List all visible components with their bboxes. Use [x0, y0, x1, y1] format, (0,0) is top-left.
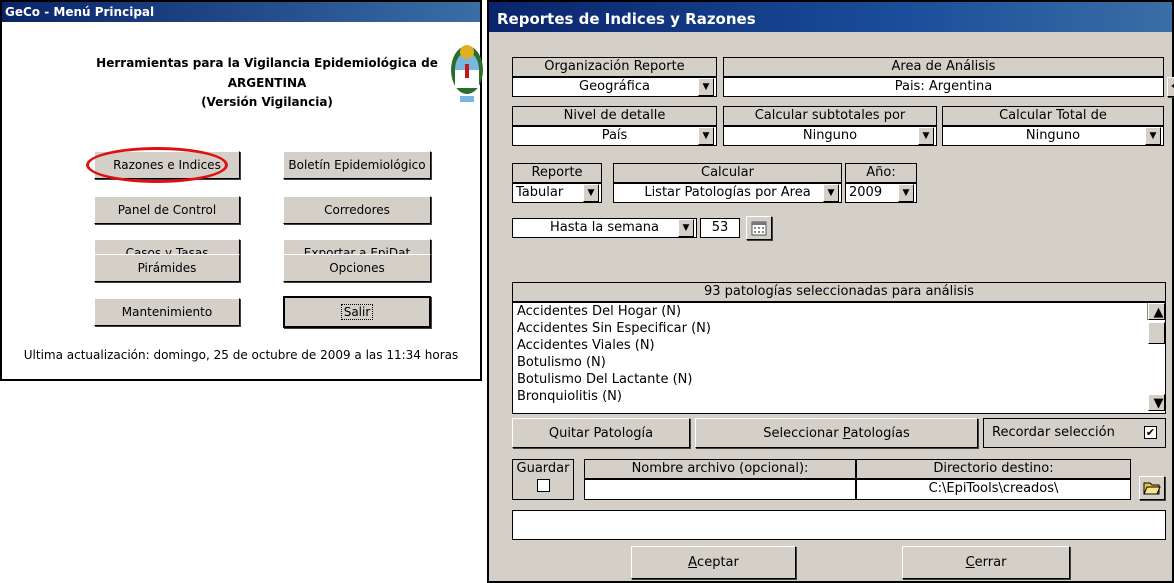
scroll-down-icon[interactable]: ▼ [1148, 394, 1165, 411]
scroll-up-icon[interactable]: ▲ [1148, 303, 1165, 320]
subtotales-label: Calcular subtotales por [723, 106, 937, 126]
reportes-window: Reportes de Indices y Razones Organizaci… [487, 0, 1174, 583]
nivel-dropdown-arrow-icon[interactable]: ▼ [698, 127, 714, 145]
list-scrollbar[interactable]: ▲ ▼ [1147, 303, 1165, 411]
calcular-select[interactable]: Listar Patologías por Area [613, 183, 842, 203]
opciones-button[interactable]: Opciones [283, 254, 431, 282]
heading-line3: (Versión Vigilancia) [201, 95, 333, 109]
anio-value: 2009 [849, 185, 883, 200]
anio-label: Año: [845, 163, 917, 183]
seleccionar-patologias-button[interactable]: Seleccionar Patologías [695, 418, 978, 448]
subtotales-dropdown-arrow-icon[interactable]: ▼ [918, 127, 934, 145]
nivel-select[interactable]: País [512, 126, 717, 146]
directorio-label: Directorio destino: [856, 459, 1131, 479]
patologias-header: 93 patologías seleccionadas para análisi… [512, 282, 1166, 302]
folder-open-icon[interactable] [1139, 476, 1165, 500]
aceptar-label: ceptar [697, 555, 739, 570]
reporte-label: Reporte [512, 163, 602, 183]
main-menu-window: GeCo - Menú Principal Herramientas para … [0, 0, 483, 381]
recordar-checkbox[interactable]: ✔ [1144, 426, 1157, 439]
reporte-dropdown-arrow-icon[interactable]: ▼ [583, 184, 599, 202]
subtotales-value: Ninguno [802, 128, 858, 143]
status-field [512, 510, 1166, 540]
subtotales-select[interactable]: Ninguno [723, 126, 937, 146]
organizacion-dropdown-arrow-icon[interactable]: ▼ [698, 78, 714, 96]
calendar-icon[interactable] [746, 216, 772, 240]
folder-glyph-icon [1143, 482, 1161, 495]
area-label: Area de Análisis [723, 57, 1164, 77]
boletin-button[interactable]: Boletín Epidemiológico [283, 151, 431, 179]
list-item[interactable]: Accidentes Sin Especificar (N) [513, 320, 1165, 337]
total-select[interactable]: Ninguno [942, 126, 1164, 146]
list-item[interactable]: Botulismo Del Lactante (N) [513, 371, 1165, 388]
quitar-patologia-button[interactable]: Quitar Patología [512, 418, 690, 448]
heading-line2: ARGENTINA [227, 76, 307, 90]
heading-line1: Herramientas para la Vigilancia Epidemio… [96, 56, 438, 70]
mantenimiento-button[interactable]: Mantenimiento [94, 298, 240, 326]
aceptar-button[interactable]: Aceptar [631, 546, 796, 579]
list-item[interactable]: Accidentes Del Hogar (N) [513, 303, 1165, 320]
panel-control-button[interactable]: Panel de Control [94, 196, 240, 224]
list-item[interactable]: Accidentes Viales (N) [513, 337, 1165, 354]
aceptar-mnemonic: A [688, 555, 698, 570]
total-label: Calcular Total de [942, 106, 1164, 126]
nombre-archivo-input[interactable] [584, 479, 856, 500]
argentina-coat-of-arms-icon [451, 45, 483, 102]
total-dropdown-arrow-icon[interactable]: ▼ [1145, 127, 1161, 145]
hasta-dropdown-arrow-icon[interactable]: ▼ [678, 219, 694, 237]
highlight-circle [86, 147, 228, 183]
nombre-archivo-label: Nombre archivo (opcional): [584, 459, 856, 479]
area-field: Pais: Argentina [723, 77, 1164, 97]
patologias-list[interactable]: Accidentes Del Hogar (N) Accidentes Sin … [512, 302, 1166, 414]
salir-label: Salir [340, 304, 374, 320]
calendar-glyph-icon [751, 221, 767, 236]
salir-button[interactable]: Salir [283, 296, 431, 328]
organizacion-value: Geográfica [579, 79, 650, 94]
nivel-label: Nivel de detalle [512, 106, 717, 126]
area-select-icon[interactable]: ✥ [1167, 77, 1174, 97]
main-menu-titlebar: GeCo - Menú Principal [2, 2, 480, 22]
list-item[interactable]: Botulismo (N) [513, 354, 1165, 371]
list-item[interactable]: Bronquiolitis (N) [513, 388, 1165, 405]
piramides-button[interactable]: Pirámides [94, 254, 240, 282]
nivel-value: País [601, 128, 628, 143]
hasta-value: Hasta la semana [549, 220, 660, 235]
semana-input[interactable]: 53 [700, 218, 740, 238]
seleccionar-mnemonic: P [842, 425, 851, 441]
calcular-value: Listar Patologías por Area [644, 185, 811, 200]
cerrar-label: errar [974, 555, 1007, 570]
total-value: Ninguno [1025, 128, 1081, 143]
calcular-label: Calcular [613, 163, 842, 183]
organizacion-select[interactable]: Geográfica [512, 77, 717, 97]
corredores-button[interactable]: Corredores [283, 196, 431, 224]
scroll-thumb[interactable] [1148, 322, 1165, 344]
cerrar-button[interactable]: Cerrar [902, 546, 1070, 579]
guardar-checkbox[interactable] [537, 479, 550, 492]
reportes-titlebar: Reportes de Indices y Razones [489, 2, 1172, 32]
last-update-text: Ultima actualización: domingo, 25 de oct… [23, 348, 459, 362]
seleccionar-post: atologías [850, 425, 910, 441]
organizacion-label: Organización Reporte [512, 57, 717, 77]
anio-dropdown-arrow-icon[interactable]: ▼ [898, 184, 914, 202]
calcular-dropdown-arrow-icon[interactable]: ▼ [823, 184, 839, 202]
cerrar-mnemonic: C [965, 555, 975, 570]
seleccionar-pre: Seleccionar [763, 425, 843, 441]
reporte-value: Tabular [516, 185, 564, 200]
directorio-field: C:\EpiTools\creados\ [856, 479, 1131, 500]
recordar-label: Recordar selección [983, 418, 1166, 448]
hasta-select[interactable]: Hasta la semana [512, 218, 697, 238]
